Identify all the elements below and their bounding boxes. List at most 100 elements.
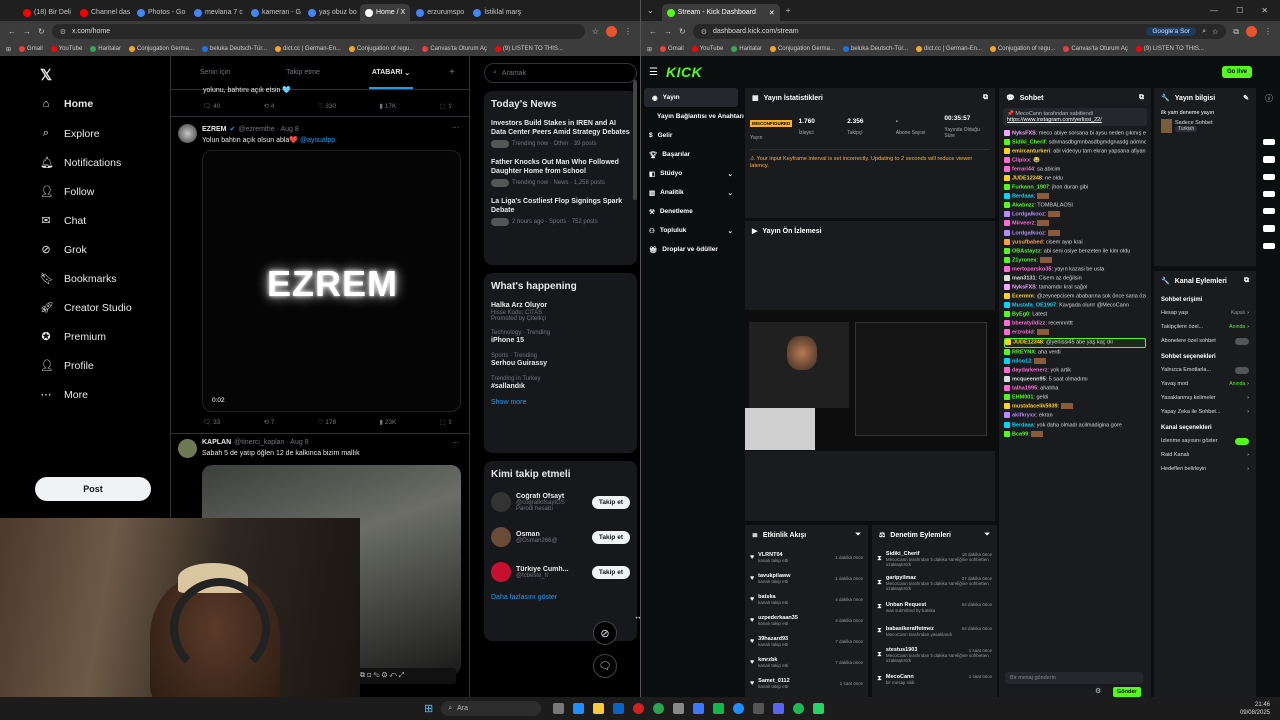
trend-item[interactable]: Halka Arz Oluyor Hisse Kodu: CITAS Promote… [491, 301, 630, 322]
bookmark-item[interactable]: Haritalar [731, 46, 762, 52]
nav-bookmarks[interactable]: 🔖︎ Bookmarks [40, 272, 117, 286]
taskbar-search[interactable]: ⌕ Ara [441, 701, 542, 716]
bookmark-share-icons[interactable]: ⬚ ⇪ [440, 102, 453, 110]
kick-nav-item[interactable]: ⚇ Topluluk ⌄ [641, 221, 741, 240]
like-button[interactable]: ♡ 330 [318, 102, 337, 110]
right-address-bar[interactable]: ⚙ dashboard.kick.com/stream Google'a Sor… [692, 24, 1227, 39]
add-tab-icon[interactable]: + [435, 56, 469, 89]
apps-icon[interactable]: ⊞ [647, 46, 652, 53]
filter-icon[interactable]: ⏷ [855, 531, 861, 539]
moderation-item[interactable]: ⧗ babasikeraffetmez 54 dakika önce MecoCann… [877, 619, 992, 643]
chat-username[interactable]: OBAstayzz [1012, 248, 1041, 254]
show-more-link[interactable]: Show more [491, 399, 630, 406]
chat-message[interactable]: mertoparsko35: yayın kazasi be usta [1004, 265, 1146, 273]
tool-clip-icon[interactable] [1263, 173, 1275, 180]
chat-input[interactable]: Bir mesaj gönderin [1005, 672, 1143, 684]
retweet-button[interactable]: ⟲ 7 [264, 418, 275, 426]
minimize-icon[interactable]: — [1210, 6, 1218, 15]
menu-dots-icon[interactable]: ⋮ [624, 27, 632, 36]
chat-username[interactable]: Akabnzz [1012, 203, 1034, 209]
chat-username[interactable]: talha1995 [1012, 386, 1037, 392]
popout-icon[interactable]: ⧉ [983, 94, 988, 102]
chat-message[interactable]: Clipixx: 😂 [1004, 157, 1146, 164]
activity-item[interactable]: ♥ kmrzbk kanalı takip etti 7 dakika önce [750, 652, 863, 673]
bookmark-item[interactable]: Gmail [660, 46, 684, 52]
nav-home[interactable]: ⌂ Home [40, 98, 94, 110]
tool-poll-icon[interactable] [1263, 225, 1275, 232]
new-tab-icon[interactable]: + [786, 6, 791, 15]
kick-nav-item[interactable]: $ Gelir [641, 126, 741, 145]
chat-message[interactable]: RREYNX: aha verdi [1004, 349, 1146, 356]
reload-icon[interactable]: ↻ [38, 27, 45, 36]
chat-username[interactable]: Berdaaa [1012, 194, 1034, 200]
chat-username[interactable]: NyksFXS [1012, 284, 1036, 290]
tweet-author-name[interactable]: EZREM [202, 126, 227, 133]
tweet-more-icon[interactable]: ⋯ [452, 439, 459, 447]
discord-icon[interactable] [773, 703, 785, 714]
opera-icon[interactable] [633, 703, 645, 714]
chat-message[interactable]: Berdaaa: [1004, 193, 1146, 200]
star-icon[interactable]: ☆ [592, 27, 599, 36]
tweet-more-icon[interactable]: ⋯ [452, 124, 459, 132]
chat-username[interactable]: Z1yronex [1012, 257, 1036, 263]
bookmark-item[interactable]: dict.cc | German-En... [916, 46, 982, 52]
tweet-author-name[interactable]: KAPLAN [202, 439, 231, 446]
edit-icon[interactable]: ✎ [1243, 94, 1249, 102]
chat-username[interactable]: emircanturkeri [1012, 149, 1050, 155]
views-button[interactable]: ▮ 23K [379, 418, 396, 426]
back-icon[interactable]: ← [649, 27, 657, 36]
chat-message[interactable]: Berdaaa: yok daha olmadı acilmadigina go… [1004, 421, 1146, 429]
browser-tab[interactable]: Photos - Go [132, 4, 188, 21]
messages-icon[interactable]: 🗨 [593, 654, 617, 678]
taskbar-clock[interactable]: 21:46 09/08/2025 [1240, 701, 1270, 717]
bookmark-item[interactable]: Haritalar [90, 46, 121, 52]
bookmark-item[interactable]: YouTube [50, 46, 82, 52]
filter-icon[interactable]: ⏷ [984, 531, 990, 539]
chat-message[interactable]: bberatyildizz: recennnttt [1004, 319, 1146, 327]
menu-dots-icon[interactable]: ⋮ [1264, 27, 1272, 36]
x-search-input[interactable]: ⌕ Aramak [484, 63, 637, 83]
chat-message[interactable]: ferrari44: sa abicim [1004, 166, 1146, 173]
reply-button[interactable]: 🗨 33 [203, 418, 220, 426]
toggle-switch[interactable] [1235, 366, 1249, 374]
reload-icon[interactable]: ↻ [679, 27, 686, 36]
chat-message[interactable]: Mirveerz: [1004, 220, 1146, 227]
floating-video-toolbar[interactable]: ⧉ ⊡ ✎ ⚙ ↶ ⤢ [356, 668, 456, 684]
channel-setting-row[interactable]: Raid Kanalı › [1154, 448, 1256, 462]
channel-setting-row[interactable]: Yasaklanmış kelimeler › [1154, 391, 1256, 405]
chat-username[interactable]: bberatyildizz [1012, 320, 1045, 326]
kick-nav-item[interactable]: ⚒ Denetleme [641, 202, 741, 221]
tool-resize-icon[interactable] [1263, 208, 1275, 215]
site-info-icon[interactable]: ⚙ [701, 28, 707, 36]
kick-nav-item[interactable]: ◉ Yayın [644, 88, 738, 107]
chat-username[interactable]: akifkryxx [1012, 413, 1036, 419]
chat-username[interactable]: mustafacelik5939 [1012, 404, 1058, 410]
chat-message[interactable]: JUDE12348: ne oldu [1004, 175, 1146, 182]
toggle-switch[interactable] [1235, 437, 1249, 445]
kick-tab[interactable]: Stream - Kick Dashboard ✕ [661, 4, 780, 21]
follow-suggestion[interactable]: Osman @Osman266@ Takip et [491, 524, 630, 550]
chat-username[interactable]: Clipixx [1012, 158, 1030, 164]
post-button[interactable]: Post [35, 477, 151, 501]
task-view-icon[interactable] [553, 703, 565, 714]
toggle-switch[interactable] [1235, 337, 1249, 345]
activity-item[interactable]: ♥ tavukpilaww kanalı takip etti 1 dakika ön… [750, 568, 863, 589]
chat-message[interactable]: Bca99: [1004, 430, 1146, 438]
activity-item[interactable]: ♥ batska kanalı takip etti 4 dakika önce [750, 589, 863, 610]
chat-message[interactable]: daydarkenerz: yok artik [1004, 367, 1146, 374]
nav-premium[interactable]: ✪ Premium [40, 330, 106, 344]
moderation-item[interactable]: ⧗ garipyilmaz 37 dakika önce MecoCann taraf… [877, 571, 992, 595]
stream-preview-video[interactable] [745, 310, 995, 451]
nav-notifications[interactable]: 🔔︎ Notifications [40, 156, 121, 170]
news-item[interactable]: La Liga's Costliest Flop Signings Spark … [491, 197, 630, 226]
bookmark-item[interactable]: Conjugation of regu... [989, 46, 1055, 52]
chat-message[interactable]: Furkann_1907: jhon duran gibi [1004, 184, 1146, 191]
chat-message[interactable]: emircanturkeri: abi videoyu tam ekran ya… [1004, 148, 1146, 155]
reply-button[interactable]: 🗨 40 [203, 102, 220, 110]
tools-info-icon[interactable]: ⓘ [1258, 93, 1280, 104]
chat-username[interactable]: ferrari44 [1012, 167, 1034, 173]
chat-message[interactable]: Mustafa_OE1907: Kavgada olurrr @MecoCann [1004, 301, 1146, 309]
search-icon[interactable]: ⌕ [1202, 28, 1206, 36]
bookmark-item[interactable]: (9) LISTEN TO THIS... [494, 46, 563, 52]
retweet-button[interactable]: ⟲ 4 [264, 102, 275, 110]
